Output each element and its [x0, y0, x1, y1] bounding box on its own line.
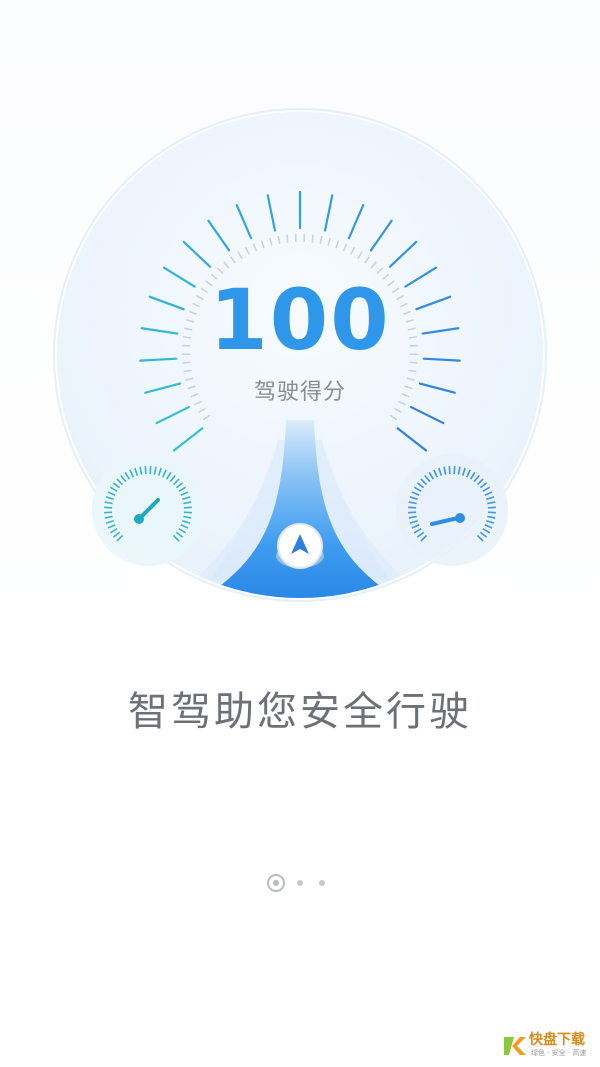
onboarding-screen: 100 驾驶得分 智驾助您安全行驶 快盘下载 绿色 · 安全 · 高速 [0, 0, 600, 1067]
watermark-brand: 快盘下载 [529, 1032, 585, 1048]
page-dot-active[interactable] [267, 874, 285, 892]
watermark-logo-icon [504, 1037, 526, 1055]
navigation-arrow-icon [276, 523, 324, 569]
slogan-text: 智驾助您安全行驶 [128, 689, 472, 735]
page-dot[interactable] [319, 880, 325, 886]
right-gauge [396, 454, 508, 566]
score-label: 驾驶得分 [253, 380, 346, 405]
watermark-tagline: 绿色 · 安全 · 高速 [531, 1049, 587, 1057]
score-value: 100 [209, 271, 391, 369]
page-dot[interactable] [297, 880, 303, 886]
left-gauge [92, 454, 204, 566]
gauge-minor-tick [311, 234, 314, 243]
page-indicator[interactable] [264, 872, 336, 896]
gauge-minor-tick [286, 234, 289, 243]
watermark: 快盘下载 绿色 · 安全 · 高速 [502, 1031, 594, 1061]
